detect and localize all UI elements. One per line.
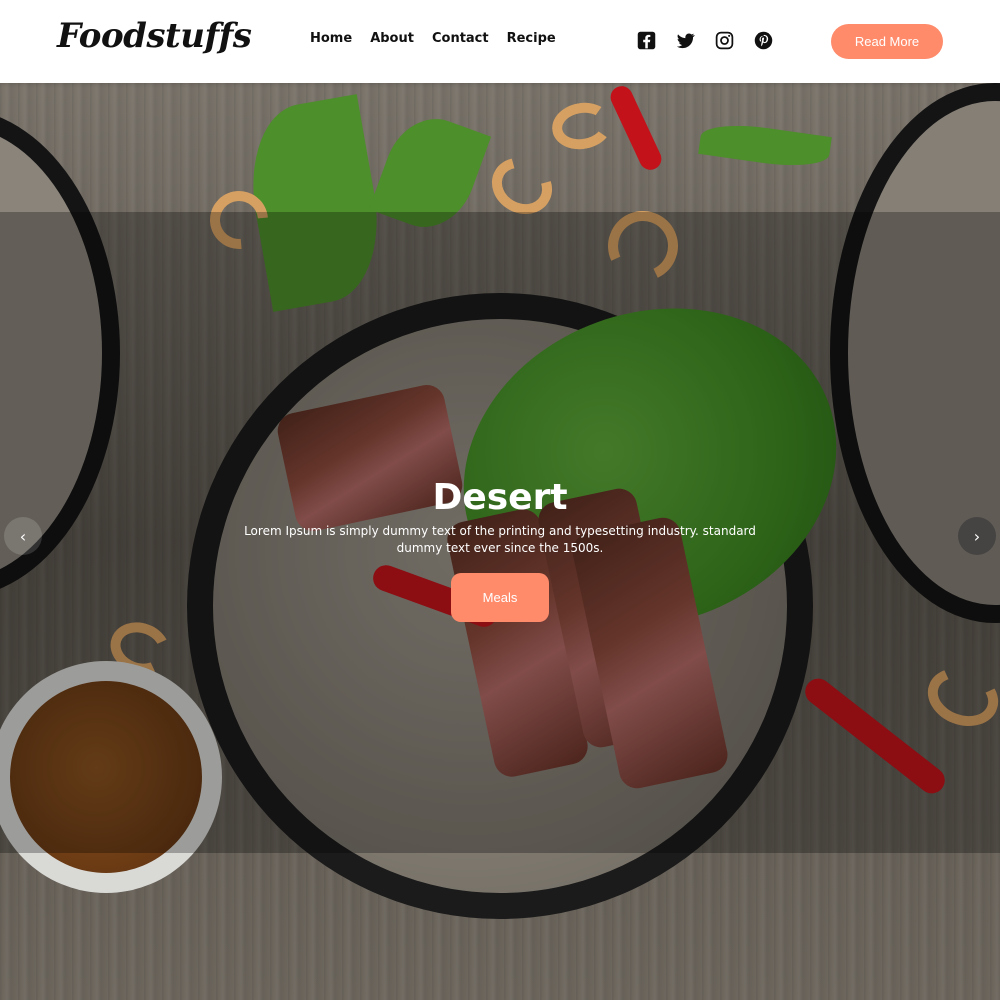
nav-contact[interactable]: Contact — [432, 31, 489, 46]
nav-recipe[interactable]: Recipe — [507, 31, 556, 46]
main-nav: Home About Contact Recipe — [310, 31, 556, 46]
chevron-right-icon: › — [973, 526, 981, 546]
twitter-icon[interactable] — [675, 30, 696, 51]
chevron-left-icon: ‹ — [19, 526, 27, 546]
nav-home[interactable]: Home — [310, 31, 352, 46]
site-logo[interactable]: Foodstuffs — [57, 16, 252, 56]
social-links — [636, 30, 774, 51]
meals-button[interactable]: Meals — [451, 573, 549, 622]
facebook-icon[interactable] — [636, 30, 657, 51]
hero-slider: Desert Lorem Ipsum is simply dummy text … — [0, 83, 1000, 1000]
read-more-button[interactable]: Read More — [831, 24, 943, 59]
hero-title: Desert — [432, 477, 568, 519]
nav-about[interactable]: About — [370, 31, 414, 46]
site-header: Foodstuffs Home About Contact Recipe Rea… — [0, 0, 1000, 83]
instagram-icon[interactable] — [714, 30, 735, 51]
slider-next-button[interactable]: › — [958, 517, 996, 555]
slider-prev-button[interactable]: ‹ — [4, 517, 42, 555]
hero-description: Lorem Ipsum is simply dummy text of the … — [244, 524, 756, 555]
pinterest-icon[interactable] — [753, 30, 774, 51]
